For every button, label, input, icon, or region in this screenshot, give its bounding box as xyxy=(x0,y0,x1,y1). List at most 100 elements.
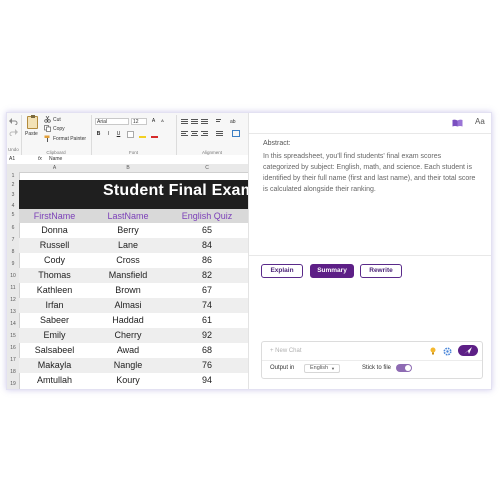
header-cell[interactable]: LastName xyxy=(90,209,166,223)
align-right-icon[interactable] xyxy=(201,131,208,137)
cut-button[interactable]: Cut xyxy=(53,117,61,123)
font-color-icon[interactable] xyxy=(151,131,158,138)
table-cell[interactable]: 67 xyxy=(166,283,248,297)
table-cell[interactable]: Lane xyxy=(90,238,166,252)
font-family-select[interactable]: Arial xyxy=(95,118,129,125)
table-cell[interactable]: Makayla xyxy=(19,358,90,372)
cut-icon[interactable] xyxy=(44,116,51,123)
copy-icon[interactable] xyxy=(44,125,51,132)
row-number[interactable]: 5 xyxy=(7,212,19,218)
table-cell[interactable]: Kathleen xyxy=(19,283,90,297)
merge-center-icon[interactable] xyxy=(232,130,240,137)
align-middle-icon[interactable] xyxy=(191,119,198,125)
table-cell[interactable]: 92 xyxy=(166,328,248,342)
row-number[interactable]: 15 xyxy=(7,333,19,339)
output-language-select[interactable]: English ▼ xyxy=(304,364,340,373)
summary-button[interactable]: Summary xyxy=(310,264,354,278)
row-number[interactable]: 1 xyxy=(7,173,19,179)
format-painter-icon[interactable] xyxy=(44,135,51,142)
italic-button[interactable]: I xyxy=(105,131,112,138)
table-cell[interactable]: Russell xyxy=(19,238,90,252)
row-number[interactable]: 4 xyxy=(7,203,19,209)
column-header[interactable]: B xyxy=(90,164,166,172)
table-cell[interactable]: Irfan xyxy=(19,298,90,312)
bold-button[interactable]: B xyxy=(95,131,102,138)
grow-font-button[interactable]: A xyxy=(150,118,157,125)
align-bottom-icon[interactable] xyxy=(201,119,208,125)
table-cell[interactable]: 74 xyxy=(166,298,248,312)
align-top-icon[interactable] xyxy=(181,119,188,125)
shrink-font-button[interactable]: A xyxy=(159,118,166,125)
font-size-button[interactable]: Aa xyxy=(475,117,485,126)
row-number[interactable]: 8 xyxy=(7,249,19,255)
font-size-select[interactable]: 12 xyxy=(131,118,147,125)
table-cell[interactable]: Sabeer xyxy=(19,313,90,327)
align-center-icon[interactable] xyxy=(191,131,198,137)
table-cell[interactable]: 84 xyxy=(166,238,248,252)
row-number[interactable]: 7 xyxy=(7,237,19,243)
table-cell[interactable]: Brown xyxy=(90,283,166,297)
table-cell[interactable]: Awad xyxy=(90,343,166,357)
new-chat-input[interactable]: + New Chat xyxy=(270,348,302,354)
underline-button[interactable]: U xyxy=(115,131,122,138)
row-number[interactable]: 13 xyxy=(7,309,19,315)
copy-button[interactable]: Copy xyxy=(53,126,65,132)
column-header[interactable]: C xyxy=(166,164,248,172)
table-cell[interactable]: 94 xyxy=(166,373,248,387)
table-cell[interactable]: 76 xyxy=(166,358,248,372)
stick-to-file-toggle[interactable] xyxy=(396,364,412,372)
paste-button[interactable]: Paste xyxy=(25,131,38,137)
table-cell[interactable]: 86 xyxy=(166,253,248,267)
explain-button[interactable]: Explain xyxy=(261,264,303,278)
table-cell[interactable]: Thomas xyxy=(19,268,90,282)
fx-icon[interactable]: fx xyxy=(38,155,42,164)
table-cell[interactable]: Mansfield xyxy=(90,268,166,282)
table-cell[interactable]: Cross xyxy=(90,253,166,267)
header-cell[interactable]: English Quiz xyxy=(166,209,248,223)
sheet-title[interactable]: Student Final Exam xyxy=(103,182,248,200)
table-cell[interactable]: Almasi xyxy=(90,298,166,312)
format-painter-button[interactable]: Format Painter xyxy=(53,136,86,142)
indent-icon[interactable] xyxy=(216,131,223,137)
wrap-text-button[interactable]: ab xyxy=(230,119,236,125)
redo-icon[interactable] xyxy=(9,129,18,136)
table-cell[interactable]: Haddad xyxy=(90,313,166,327)
bulb-icon[interactable] xyxy=(430,347,436,355)
row-number[interactable]: 2 xyxy=(7,182,19,188)
orientation-icon[interactable] xyxy=(216,119,223,125)
table-cell[interactable]: 82 xyxy=(166,268,248,282)
row-number[interactable]: 14 xyxy=(7,321,19,327)
row-number[interactable]: 18 xyxy=(7,369,19,375)
table-cell[interactable]: Cherry xyxy=(90,328,166,342)
fill-color-icon[interactable] xyxy=(139,131,146,138)
table-cell[interactable]: Cody xyxy=(19,253,90,267)
table-cell[interactable]: 68 xyxy=(166,343,248,357)
book-icon[interactable] xyxy=(452,119,463,127)
gear-icon[interactable] xyxy=(443,347,452,356)
table-cell[interactable]: Salsabeel xyxy=(19,343,90,357)
table-cell[interactable]: 61 xyxy=(166,313,248,327)
send-button[interactable] xyxy=(458,345,478,356)
table-cell[interactable]: Donna xyxy=(19,223,90,237)
table-cell[interactable]: 65 xyxy=(166,223,248,237)
header-cell[interactable]: FirstName xyxy=(19,209,90,223)
row-number[interactable]: 11 xyxy=(7,285,19,291)
row-number[interactable]: 6 xyxy=(7,225,19,231)
table-cell[interactable]: Amtullah xyxy=(19,373,90,387)
row-number[interactable]: 19 xyxy=(7,381,19,387)
row-number[interactable]: 9 xyxy=(7,261,19,267)
formula-input[interactable]: Name xyxy=(49,155,62,164)
borders-icon[interactable] xyxy=(127,131,134,138)
row-number[interactable]: 16 xyxy=(7,345,19,351)
row-number[interactable]: 17 xyxy=(7,357,19,363)
rewrite-button[interactable]: Rewrite xyxy=(360,264,402,278)
table-cell[interactable]: Emily xyxy=(19,328,90,342)
name-box[interactable]: A1 xyxy=(9,155,15,164)
row-number[interactable]: 3 xyxy=(7,192,19,198)
column-header[interactable]: A xyxy=(19,164,90,172)
table-cell[interactable]: Berry xyxy=(90,223,166,237)
paste-icon[interactable] xyxy=(27,115,38,129)
table-cell[interactable]: Nangle xyxy=(90,358,166,372)
undo-icon[interactable] xyxy=(9,118,18,125)
row-number[interactable]: 12 xyxy=(7,297,19,303)
